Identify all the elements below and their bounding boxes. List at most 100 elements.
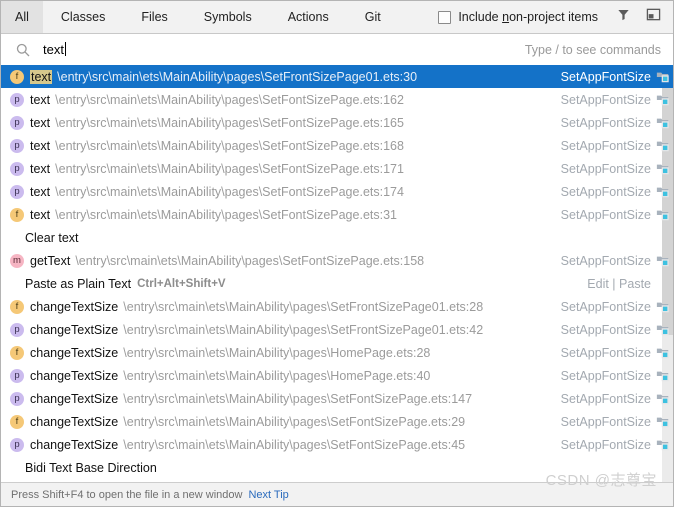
module-folder-icon xyxy=(656,162,670,176)
result-row[interactable]: Clear text xyxy=(1,226,673,249)
module-icon-placeholder xyxy=(656,231,670,245)
tab-git[interactable]: Git xyxy=(347,1,399,33)
result-location: SetAppFontSize xyxy=(561,323,673,337)
result-path: \entry\src\main\ets\MainAbility\pages\Se… xyxy=(55,92,404,107)
result-row[interactable]: p text \entry\src\main\ets\MainAbility\pag… xyxy=(1,134,673,157)
tab-label: Classes xyxy=(60,10,106,24)
result-module-label: SetAppFontSize xyxy=(560,115,651,130)
result-module-label: SetAppFontSize xyxy=(560,207,651,222)
result-module-label: Edit | Paste xyxy=(587,276,651,291)
symbol-kind-f-icon: f xyxy=(10,69,24,84)
tab-files[interactable]: Files xyxy=(123,1,185,33)
tab-all[interactable]: All xyxy=(1,1,43,33)
module-folder-icon xyxy=(656,116,670,130)
tab-classes[interactable]: Classes xyxy=(43,1,123,33)
result-title: text xyxy=(30,184,51,199)
search-icon xyxy=(15,42,31,58)
result-module-label: SetAppFontSize xyxy=(560,322,651,337)
tab-label: All xyxy=(15,10,29,24)
module-folder-icon xyxy=(656,93,670,107)
result-row[interactable]: p text \entry\src\main\ets\MainAbility\pag… xyxy=(1,111,673,134)
module-folder-icon xyxy=(656,300,670,314)
result-row[interactable]: p text \entry\src\main\ets\MainAbility\pag… xyxy=(1,88,673,111)
result-location: SetAppFontSize xyxy=(561,415,673,429)
result-row[interactable]: f changeTextSize \entry\src\main\ets\MainA… xyxy=(1,341,673,364)
result-title: text xyxy=(30,115,51,130)
result-module-label: SetAppFontSize xyxy=(560,138,651,153)
symbol-kind-p-icon: p xyxy=(10,92,24,107)
result-row[interactable]: f changeTextSize \entry\src\main\ets\MainA… xyxy=(1,410,673,433)
tab-label: Actions xyxy=(287,10,329,24)
result-row[interactable]: Paste as Plain Text Ctrl+Alt+Shift+V Edit … xyxy=(1,272,673,295)
preview-panel-icon xyxy=(646,7,661,27)
result-title: text xyxy=(30,161,51,176)
filter-button[interactable] xyxy=(608,2,638,33)
result-title: text xyxy=(30,69,53,84)
symbol-kind-p-icon: p xyxy=(10,437,24,452)
symbol-kind-f-icon: f xyxy=(10,299,24,314)
tab-symbols[interactable]: Symbols xyxy=(186,1,270,33)
result-title: getText xyxy=(30,253,71,268)
tab-actions[interactable]: Actions xyxy=(270,1,347,33)
result-module-label: SetAppFontSize xyxy=(560,414,651,429)
result-module-label: SetAppFontSize xyxy=(560,299,651,314)
result-row[interactable]: Bidi Text Base Direction xyxy=(1,456,673,479)
result-row[interactable]: m getText \entry\src\main\ets\MainAbility\… xyxy=(1,249,673,272)
module-folder-icon xyxy=(656,254,670,268)
text-caret xyxy=(64,42,66,56)
result-row[interactable]: p changeTextSize \entry\src\main\ets\MainA… xyxy=(1,364,673,387)
result-location: SetAppFontSize xyxy=(561,208,673,222)
tab-bar: All Classes Files Symbols Actions Git Include… xyxy=(1,1,673,34)
next-tip-link[interactable]: Next Tip xyxy=(248,489,288,501)
result-row[interactable]: p changeTextSize \entry\src\main\ets\MainA… xyxy=(1,318,673,341)
preview-toggle-button[interactable] xyxy=(638,2,668,33)
module-folder-icon xyxy=(656,323,670,337)
result-row[interactable]: f text \entry\src\main\ets\MainAbility\pag… xyxy=(1,203,673,226)
include-non-project-items-checkbox[interactable]: Include non-project items xyxy=(438,10,608,24)
results-list[interactable]: f text \entry\src\main\ets\MainAbility\pag… xyxy=(1,65,673,482)
search-input[interactable]: text xyxy=(43,42,66,57)
result-row[interactable]: p changeTextSize \entry\src\main\ets\MainA… xyxy=(1,387,673,410)
checkbox-box[interactable] xyxy=(438,10,452,24)
module-icon-placeholder xyxy=(656,277,670,291)
result-location: SetAppFontSize xyxy=(561,93,673,107)
symbol-kind-p-icon: p xyxy=(10,368,24,383)
result-title: changeTextSize xyxy=(30,437,119,452)
symbol-kind-m-icon: m xyxy=(10,253,24,268)
search-bar[interactable]: text Type / to see commands xyxy=(1,34,673,65)
result-module-label: SetAppFontSize xyxy=(560,437,651,452)
result-row[interactable]: f changeTextSize \entry\src\main\ets\MainA… xyxy=(1,295,673,318)
result-location: SetAppFontSize xyxy=(561,392,673,406)
result-path: \entry\src\main\ets\MainAbility\pages\Se… xyxy=(123,322,484,337)
result-location xyxy=(656,461,673,475)
result-title: Clear text xyxy=(25,230,79,245)
result-module-label: SetAppFontSize xyxy=(560,69,651,84)
result-path: \entry\src\main\ets\MainAbility\pages\Ho… xyxy=(123,345,431,360)
filter-funnel-icon xyxy=(616,7,631,27)
result-row[interactable]: f text \entry\src\main\ets\MainAbility\pag… xyxy=(1,65,673,88)
search-hint: Type / to see commands xyxy=(524,42,661,57)
result-location: SetAppFontSize xyxy=(561,139,673,153)
symbol-kind-p-icon: p xyxy=(10,161,24,176)
search-everywhere-dialog: All Classes Files Symbols Actions Git Include… xyxy=(0,0,674,507)
result-row[interactable]: p text \entry\src\main\ets\MainAbility\pag… xyxy=(1,180,673,203)
symbol-kind-p-icon: p xyxy=(10,115,24,130)
result-path: \entry\src\main\ets\MainAbility\pages\Se… xyxy=(55,161,404,176)
result-module-label: SetAppFontSize xyxy=(560,345,651,360)
result-module-label: SetAppFontSize xyxy=(560,253,651,268)
tab-label: Files xyxy=(141,10,168,24)
result-path: \entry\src\main\ets\MainAbility\pages\Se… xyxy=(55,207,397,222)
module-folder-icon xyxy=(656,70,670,84)
result-path: \entry\src\main\ets\MainAbility\pages\Se… xyxy=(123,437,466,452)
result-path: \entry\src\main\ets\MainAbility\pages\Se… xyxy=(75,253,425,268)
result-location: SetAppFontSize xyxy=(561,438,673,452)
result-module-label: SetAppFontSize xyxy=(560,92,651,107)
module-folder-icon xyxy=(656,369,670,383)
tab-label: Symbols xyxy=(203,10,252,24)
result-title: text xyxy=(30,92,51,107)
result-row[interactable]: p changeTextSize \entry\src\main\ets\MainA… xyxy=(1,433,673,456)
result-location: SetAppFontSize xyxy=(561,70,673,84)
result-path: \entry\src\main\ets\MainAbility\pages\Se… xyxy=(123,299,484,314)
symbol-kind-f-icon: f xyxy=(10,207,24,222)
result-row[interactable]: p text \entry\src\main\ets\MainAbility\pag… xyxy=(1,157,673,180)
